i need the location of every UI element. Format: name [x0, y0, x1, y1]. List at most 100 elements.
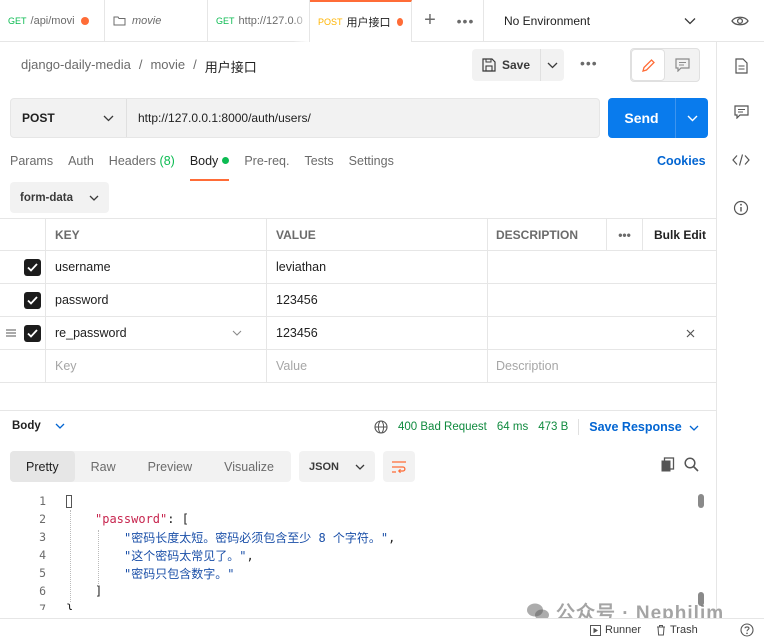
value-cell[interactable]: 123456	[267, 316, 488, 350]
help-button[interactable]	[740, 623, 754, 640]
tab-post-user-api[interactable]: POST 用户接口	[310, 0, 412, 42]
method-select[interactable]: POST	[11, 99, 127, 137]
tab-headers[interactable]: Headers (8)	[109, 154, 175, 178]
response-time[interactable]: 64 ms	[497, 421, 528, 433]
tab-body[interactable]: Body	[189, 154, 230, 181]
runner-button[interactable]: Runner	[590, 624, 641, 636]
drag-handle-icon[interactable]	[5, 327, 17, 339]
trash-label: Trash	[670, 624, 698, 636]
breadcrumb-collection[interactable]: movie	[150, 57, 185, 76]
tab-pretty[interactable]: Pretty	[10, 451, 75, 482]
line-number: 5	[39, 566, 46, 580]
json-punct: ,	[388, 530, 396, 545]
response-size[interactable]: 473 B	[538, 421, 568, 433]
description-cell[interactable]	[488, 317, 715, 350]
bulk-edit-button[interactable]: Bulk Edit	[643, 218, 716, 251]
tab-label: /api/movi	[30, 14, 75, 27]
response-body-code[interactable]: 1 2 "password": [ 3 "密码长度太短。密码必须包含至少 8 个字符…	[0, 492, 704, 610]
comments-button[interactable]	[717, 100, 764, 124]
tab-method: POST	[318, 16, 343, 27]
code-text: "密码长度太短。密码必须包含至少 8 个字符。",	[124, 529, 395, 546]
response-divider[interactable]	[0, 410, 716, 411]
line-number: 7	[39, 602, 46, 610]
key-cell[interactable]: username	[46, 250, 267, 284]
search-icon	[684, 457, 699, 472]
send-button[interactable]: Send	[608, 98, 676, 138]
table-row: username leviathan	[0, 250, 716, 284]
tab-folder-movie[interactable]: movie	[105, 0, 208, 42]
status-bar: Runner Trash	[0, 618, 764, 642]
tab-get-api-movi[interactable]: GET /api/movi	[0, 0, 105, 42]
description-cell[interactable]	[488, 251, 715, 284]
chevron-down-icon	[684, 17, 696, 24]
send-options-button[interactable]	[676, 98, 708, 138]
tabs-more-button[interactable]: •••	[448, 0, 484, 42]
body-type-select[interactable]: form-data	[10, 182, 109, 213]
breadcrumb-workspace[interactable]: django-daily-media	[21, 57, 131, 76]
table-more-button[interactable]: •••	[607, 218, 643, 251]
environment-quick-look-button[interactable]	[716, 0, 764, 42]
wrap-lines-button[interactable]	[383, 451, 415, 482]
method-label: POST	[22, 111, 55, 125]
row-checkbox[interactable]	[24, 324, 41, 342]
description-cell[interactable]: Description	[488, 350, 715, 383]
breadcrumb-separator: /	[193, 57, 197, 72]
code-icon	[732, 154, 750, 166]
tab-settings[interactable]: Settings	[349, 154, 394, 178]
save-response-button[interactable]: Save Response	[589, 420, 699, 434]
copy-button[interactable]	[660, 457, 676, 476]
search-button[interactable]	[684, 457, 699, 475]
tab-params[interactable]: Params	[10, 154, 53, 178]
response-status-bar: 400 Bad Request 64 ms 473 B Save Respons…	[374, 419, 699, 435]
tab-label: Body	[189, 154, 219, 168]
key-cell[interactable]: password	[46, 283, 267, 317]
tab-auth[interactable]: Auth	[68, 154, 94, 178]
tab-preview[interactable]: Preview	[132, 451, 208, 482]
environment-select[interactable]: No Environment	[484, 0, 716, 42]
code-text: }	[66, 602, 74, 610]
tab-method: GET	[8, 15, 27, 26]
key-cell[interactable]: Key	[46, 349, 267, 383]
check-icon	[27, 328, 38, 338]
url-input[interactable]: http://127.0.0.1:8000/auth/users/	[127, 111, 311, 125]
header-spacer	[0, 218, 46, 251]
save-options-button[interactable]	[541, 62, 564, 69]
check-icon	[27, 262, 38, 272]
tab-tests[interactable]: Tests	[304, 154, 333, 178]
value-placeholder: Value	[276, 359, 308, 373]
chevron-down-icon[interactable]	[232, 330, 242, 336]
code-snippet-button[interactable]	[717, 148, 764, 172]
documentation-button[interactable]	[717, 54, 764, 78]
edit-mode-button[interactable]	[631, 49, 665, 81]
json-punct: : [	[167, 512, 189, 526]
tab-get-127[interactable]: GET http://127.0.0	[208, 0, 310, 42]
info-button[interactable]	[717, 196, 764, 220]
json-string: "密码只包含数字。"	[124, 566, 235, 581]
response-body-select[interactable]: Body	[12, 420, 65, 432]
scrollbar-thumb[interactable]	[698, 494, 704, 508]
code-line: 1	[0, 492, 704, 510]
request-more-button[interactable]: •••	[580, 55, 598, 71]
breadcrumb-current[interactable]: 用户接口	[205, 57, 257, 76]
line-number: 1	[39, 494, 46, 508]
key-cell[interactable]: re_password	[46, 316, 267, 350]
response-format-select[interactable]: JSON	[299, 451, 375, 482]
status-code[interactable]: 400 Bad Request	[398, 421, 487, 433]
cookies-link[interactable]: Cookies	[657, 154, 706, 168]
value-cell[interactable]: Value	[267, 349, 488, 383]
save-button[interactable]: Save	[472, 49, 542, 81]
tab-prereq[interactable]: Pre-req.	[244, 154, 289, 178]
value-cell[interactable]: leviathan	[267, 250, 488, 284]
comment-mode-button[interactable]	[665, 49, 699, 81]
tab-raw[interactable]: Raw	[75, 451, 132, 482]
row-checkbox[interactable]	[24, 258, 41, 276]
trash-button[interactable]: Trash	[656, 624, 698, 636]
close-icon[interactable]	[686, 329, 695, 338]
row-checkbox[interactable]	[24, 291, 41, 309]
value-cell[interactable]: 123456	[267, 283, 488, 317]
description-cell[interactable]	[488, 284, 715, 317]
chevron-down-icon	[103, 115, 114, 121]
tab-visualize[interactable]: Visualize	[208, 451, 290, 482]
globe-icon[interactable]	[374, 420, 388, 434]
new-tab-button[interactable]: +	[412, 0, 448, 42]
